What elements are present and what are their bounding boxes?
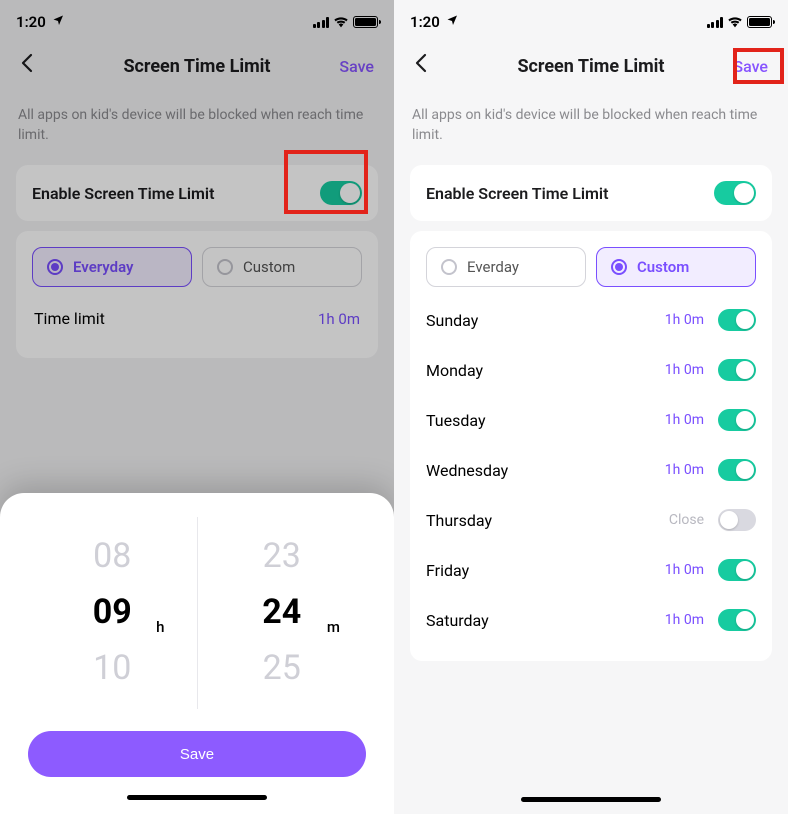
radio-icon	[47, 259, 63, 275]
picker-save-button[interactable]: Save	[28, 731, 366, 777]
back-button[interactable]	[414, 53, 428, 79]
tab-custom-label: Custom	[243, 258, 295, 276]
time-picker-sheet: 08 09 10 h 23 24 25 m Save	[0, 493, 394, 814]
day-toggle[interactable]	[718, 609, 756, 631]
page-title: Screen Time Limit	[0, 56, 394, 77]
home-indicator[interactable]	[127, 795, 267, 800]
day-row-saturday[interactable]: Saturday 1h 0m	[426, 595, 756, 645]
day-value: 1h 0m	[665, 462, 704, 478]
day-row-sunday[interactable]: Sunday 1h 0m	[426, 295, 756, 345]
tab-everyday-label: Everday	[467, 258, 519, 276]
day-name: Saturday	[426, 611, 489, 630]
hour-current[interactable]: 09	[28, 590, 197, 636]
day-toggle[interactable]	[718, 509, 756, 531]
day-value: 1h 0m	[665, 412, 704, 428]
minute-current[interactable]: 24	[198, 590, 367, 636]
enable-card: Enable Screen Time Limit	[16, 165, 378, 221]
day-row-thursday[interactable]: Thursday Close	[426, 495, 756, 545]
save-button-nav[interactable]: Save	[733, 57, 768, 76]
day-value: 1h 0m	[665, 312, 704, 328]
status-bar: 1:20	[0, 0, 394, 44]
enable-label: Enable Screen Time Limit	[32, 184, 214, 203]
time-limit-row[interactable]: Time limit 1h 0m	[32, 295, 362, 342]
page-title: Screen Time Limit	[394, 56, 788, 77]
day-name: Sunday	[426, 311, 478, 330]
day-value: 1h 0m	[665, 562, 704, 578]
nav-bar: Screen Time Limit Save	[0, 44, 394, 88]
day-name: Thursday	[426, 511, 492, 530]
radio-icon	[217, 259, 233, 275]
day-row-monday[interactable]: Monday 1h 0m	[426, 345, 756, 395]
tab-everyday-label: Everyday	[73, 258, 133, 276]
status-time: 1:20	[16, 13, 46, 31]
minute-prev[interactable]: 23	[198, 534, 367, 580]
signal-icon	[707, 17, 724, 28]
enable-toggle[interactable]	[714, 181, 756, 205]
day-name: Friday	[426, 561, 469, 580]
tab-custom[interactable]: Custom	[596, 247, 756, 287]
enable-toggle[interactable]	[320, 181, 362, 205]
nav-bar: Screen Time Limit Save	[394, 44, 788, 88]
hour-prev[interactable]: 08	[28, 534, 197, 580]
battery-icon	[353, 16, 378, 28]
tab-everyday[interactable]: Everday	[426, 247, 586, 287]
day-toggle[interactable]	[718, 309, 756, 331]
back-button[interactable]	[20, 53, 34, 79]
signal-icon	[313, 17, 330, 28]
day-value: Close	[669, 512, 704, 528]
save-button-nav[interactable]: Save	[339, 57, 374, 76]
minute-next[interactable]: 25	[198, 646, 367, 692]
radio-icon	[611, 259, 627, 275]
tab-custom-label: Custom	[637, 258, 689, 276]
day-name: Wednesday	[426, 461, 508, 480]
day-toggle[interactable]	[718, 359, 756, 381]
day-toggle[interactable]	[718, 559, 756, 581]
subtitle-text: All apps on kid's device will be blocked…	[394, 88, 788, 155]
location-icon	[446, 14, 458, 30]
day-row-wednesday[interactable]: Wednesday 1h 0m	[426, 445, 756, 495]
wifi-icon	[333, 16, 349, 28]
day-name: Monday	[426, 361, 483, 380]
enable-label: Enable Screen Time Limit	[426, 184, 608, 203]
hour-picker: 08 09 10 h	[28, 517, 198, 709]
time-limit-label: Time limit	[34, 309, 105, 328]
screen-everyday: 1:20 Screen Time Limit Save All apps on …	[0, 0, 394, 814]
minute-unit: m	[327, 618, 340, 636]
minute-picker: 23 24 25 m	[198, 517, 367, 709]
day-name: Tuesday	[426, 411, 486, 430]
time-limit-value: 1h 0m	[318, 310, 360, 328]
status-time: 1:20	[410, 13, 440, 31]
day-value: 1h 0m	[665, 362, 704, 378]
battery-icon	[747, 16, 772, 28]
wifi-icon	[727, 16, 743, 28]
status-bar: 1:20	[394, 0, 788, 44]
day-row-friday[interactable]: Friday 1h 0m	[426, 545, 756, 595]
hour-next[interactable]: 10	[28, 646, 197, 692]
location-icon	[52, 14, 64, 30]
screen-custom: 1:20 Screen Time Limit Save All apps on …	[394, 0, 788, 814]
day-toggle[interactable]	[718, 409, 756, 431]
hour-unit: h	[156, 618, 164, 636]
subtitle-text: All apps on kid's device will be blocked…	[0, 88, 394, 155]
day-toggle[interactable]	[718, 459, 756, 481]
schedule-card: Everday Custom Sunday1h 0mMonday1h 0mTue…	[410, 231, 772, 661]
day-row-tuesday[interactable]: Tuesday 1h 0m	[426, 395, 756, 445]
day-value: 1h 0m	[665, 612, 704, 628]
tab-custom[interactable]: Custom	[202, 247, 362, 287]
radio-icon	[441, 259, 457, 275]
home-indicator[interactable]	[521, 797, 661, 802]
tab-everyday[interactable]: Everyday	[32, 247, 192, 287]
schedule-card: Everyday Custom Time limit 1h 0m	[16, 231, 378, 358]
enable-card: Enable Screen Time Limit	[410, 165, 772, 221]
time-picker[interactable]: 08 09 10 h 23 24 25 m	[28, 517, 366, 709]
